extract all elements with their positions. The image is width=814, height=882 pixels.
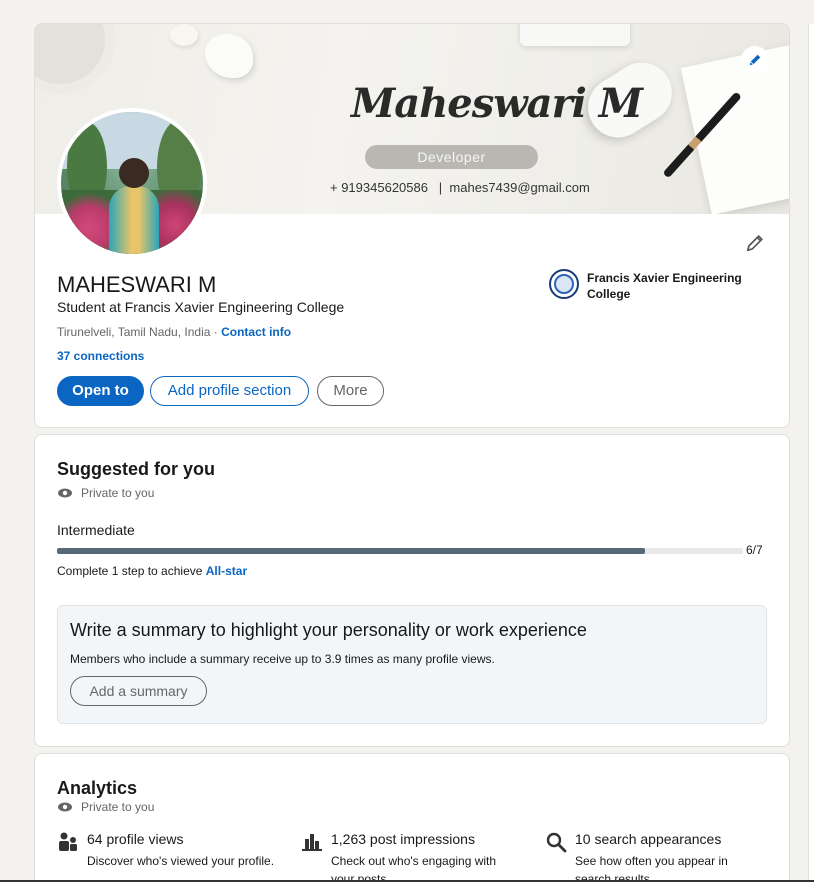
banner-keyboard-decoration [520,24,630,46]
banner-flower-decoration [205,34,253,78]
stat-description: Discover who's viewed your profile. [87,854,275,868]
private-label: Private to you [81,486,155,500]
add-profile-section-button[interactable]: Add profile section [150,376,309,406]
eye-icon [58,488,72,498]
complete-step-text: Complete 1 step to achieve All-star [57,564,248,578]
bar-chart-icon [302,834,322,851]
profile-location: Tirunelveli, Tamil Nadu, India [57,325,211,339]
profile-headline: Student at Francis Xavier Engineering Co… [57,299,345,315]
summary-suggestion-title: Write a summary to highlight your person… [70,620,587,640]
profile-name: MAHESWARI M [57,272,217,297]
suggested-card: Suggested for you Private to you Interme… [34,434,790,747]
private-label: Private to you [81,800,155,814]
add-summary-button[interactable]: Add a summary [70,676,207,706]
edit-banner-button[interactable] [741,46,769,74]
profile-level: Intermediate [57,522,135,538]
stat-title: 10 search appearances [575,831,722,847]
analytics-title: Analytics [57,778,138,798]
private-note: Private to you [57,800,154,814]
all-star-link[interactable]: All-star [206,564,247,578]
stat-description: See how often you appear in search resul… [575,854,728,882]
banner-notebook-decoration [680,43,789,214]
banner-flower-decoration [170,24,198,46]
people-icon [59,832,77,851]
education-link[interactable]: Francis Xavier Engineering College [549,269,757,302]
banner-contact: + 919345620586 | mahes7439@gmail.com [330,180,590,195]
eye-icon [58,802,72,812]
pencil-icon [746,235,763,252]
profile-photo[interactable] [57,108,207,258]
banner-name: Maheswari M [351,80,643,127]
profile-card: Maheswari M Developer + 919345620586 | m… [34,23,790,428]
connections-link[interactable]: 37 connections [57,349,144,363]
private-note: Private to you [57,486,154,500]
suggested-title: Suggested for you [57,459,216,479]
location-separator: · [210,325,222,339]
school-logo-icon [549,269,579,299]
more-button[interactable]: More [317,376,384,406]
open-to-button[interactable]: Open to [57,376,144,406]
stat-title: 1,263 post impressions [331,831,475,847]
summary-suggestion-box: Write a summary to highlight your person… [57,605,767,724]
school-name: Francis Xavier Engineering College [587,271,742,301]
stat-title: 64 profile views [87,831,184,847]
banner-role-badge: Developer [365,145,538,169]
profile-progress-fill [57,548,645,554]
pencil-icon [749,54,761,66]
profile-location-line: Tirunelveli, Tamil Nadu, India · Contact… [57,325,291,339]
banner-cup-decoration [35,24,115,94]
right-rail-edge [808,24,814,882]
search-icon [546,832,567,853]
analytics-card: Analytics Private to you 64 profile view… [34,753,790,882]
summary-suggestion-text: Members who include a summary receive up… [70,652,495,666]
edit-intro-button[interactable] [741,229,769,257]
profile-progress-bar [57,548,743,554]
stat-description: Check out who's engaging with your posts… [331,854,497,882]
profile-progress-label: 6/7 [746,543,763,557]
contact-info-link[interactable]: Contact info [221,325,291,339]
